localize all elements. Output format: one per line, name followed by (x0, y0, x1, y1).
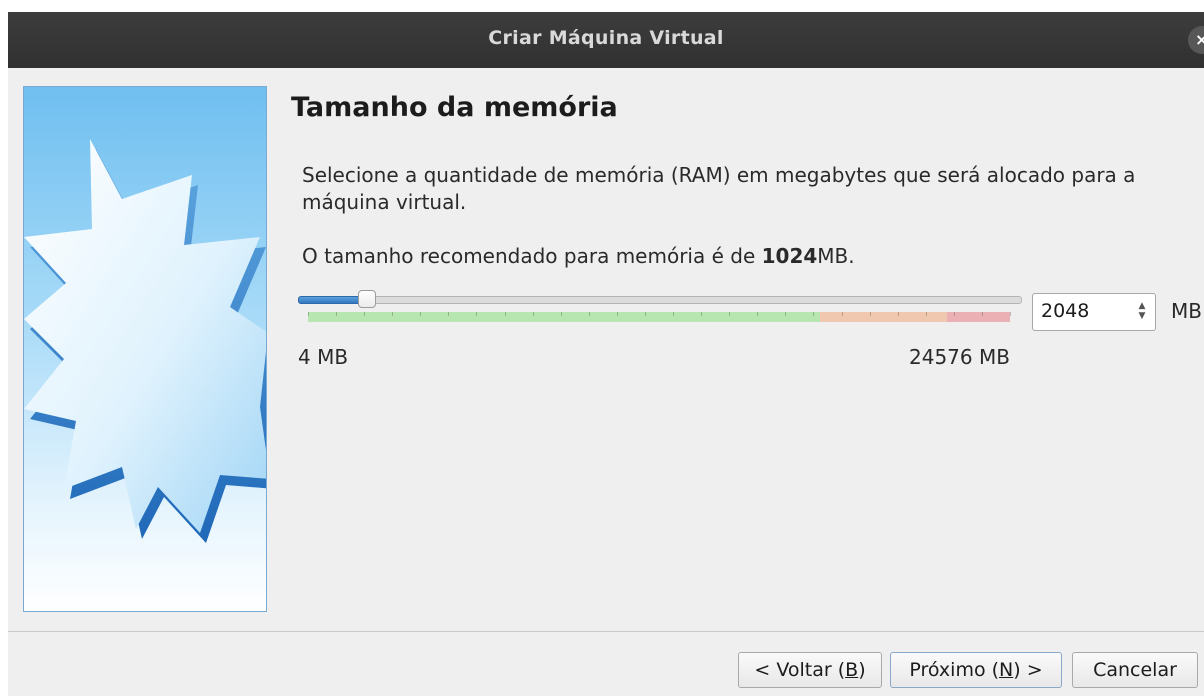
slider-tick (1010, 312, 1011, 316)
slider-tick (644, 312, 646, 316)
recommended-memory-value: 1024 (761, 244, 818, 268)
slider-tick (785, 312, 787, 316)
page-title: Tamanho da memória (291, 92, 618, 123)
next-button[interactable]: Próximo (N) > (890, 652, 1062, 688)
button-separator (8, 631, 1204, 632)
chevron-up-icon[interactable]: ▲ (1135, 301, 1149, 311)
memory-description: Selecione a quantidade de memória (RAM) … (302, 163, 1136, 214)
slider-tick (981, 312, 983, 316)
back-label-end: ) (858, 659, 866, 681)
slider-tick (813, 312, 815, 316)
starburst-graphic (24, 139, 266, 543)
slider-tick (476, 312, 478, 316)
slider-tick (757, 312, 759, 316)
window-title: Criar Máquina Virtual (488, 27, 724, 49)
spin-arrows[interactable]: ▲ ▼ (1135, 301, 1149, 325)
slider-tick (532, 312, 534, 316)
slider-tick (841, 312, 843, 316)
slider-tick (308, 312, 309, 316)
slider-tick (897, 312, 899, 316)
slider-tick (673, 312, 675, 316)
slider-tick (420, 312, 422, 316)
recommended-memory-text: O tamanho recomendado para memória é de … (302, 244, 855, 268)
next-label-end: ) > (1013, 659, 1043, 681)
slider-tick (504, 312, 506, 316)
slider-tick (336, 312, 338, 316)
memory-unit-label: MB (1171, 299, 1202, 323)
slider-groove[interactable] (298, 296, 1022, 304)
recommend-suffix: MB. (817, 244, 855, 268)
memory-value-input[interactable] (1041, 300, 1121, 322)
recommend-prefix: O tamanho recomendado para memória é de (302, 244, 762, 268)
slider-tick (616, 312, 618, 316)
close-icon: × (1195, 30, 1204, 49)
slider-tick (588, 312, 590, 316)
slider-tick (953, 312, 955, 316)
back-button[interactable]: < Voltar (B) (738, 652, 882, 688)
slider-tick (729, 312, 731, 316)
next-shortcut: N (999, 659, 1014, 681)
back-label: < Voltar ( (754, 659, 846, 681)
create-vm-dialog: Criar Máquina Virtual × Tamanho da memór… (8, 12, 1204, 696)
cancel-button[interactable]: Cancelar (1072, 652, 1198, 688)
wizard-side-graphic (23, 86, 267, 612)
slider-tick (869, 312, 871, 316)
slider-tick (364, 312, 366, 316)
slider-tick (701, 312, 703, 316)
slider-tick (392, 312, 394, 316)
slider-tick (925, 312, 927, 316)
slider-handle[interactable] (358, 290, 377, 308)
slider-min-label: 4 MB (298, 345, 349, 369)
memory-slider[interactable] (298, 290, 1022, 326)
next-label: Próximo ( (909, 659, 1000, 681)
back-shortcut: B (845, 659, 859, 681)
slider-max-label: 24576 MB (909, 345, 1010, 369)
title-bar[interactable]: Criar Máquina Virtual × (8, 12, 1204, 68)
slider-tick (448, 312, 450, 316)
close-button[interactable]: × (1188, 26, 1204, 54)
memory-spinbox[interactable]: ▲ ▼ (1032, 293, 1156, 331)
chevron-down-icon[interactable]: ▼ (1135, 311, 1149, 321)
slider-ticks (308, 312, 1011, 316)
slider-tick (560, 312, 562, 316)
